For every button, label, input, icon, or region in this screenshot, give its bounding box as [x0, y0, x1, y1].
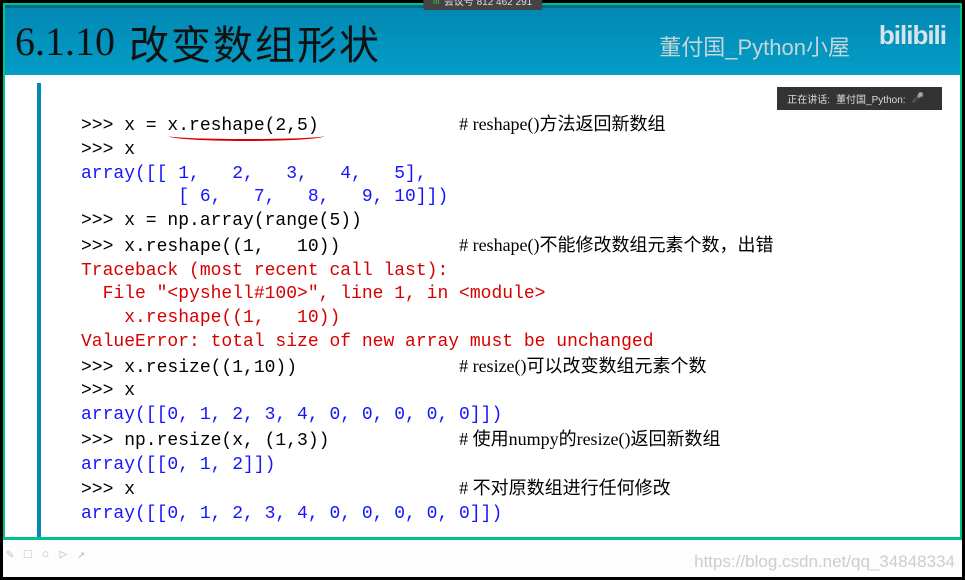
code-line: >>> x = np.array(range(5)) — [81, 210, 940, 234]
code-line: >>> np.resize(x, (1,3)) # 使用numpy的resize… — [81, 428, 940, 454]
meeting-id-pill: ılı 会议号 812 462 291 — [423, 0, 542, 10]
code-text: >>> x.reshape((1, 10)) — [81, 237, 340, 257]
bilibili-logo: bilibili — [879, 20, 946, 51]
code-line: >>> x.resize((1,10)) # resize()可以改变数组元素个… — [81, 355, 940, 381]
pencil-icon[interactable]: ✎ — [6, 547, 14, 562]
code-output: [ 6, 7, 8, 9, 10]]) — [81, 186, 940, 210]
annotation-toolbar: ✎ □ ○ ▷ ↗ — [6, 547, 85, 562]
signal-icon: ılı — [433, 0, 440, 6]
arrow-icon[interactable]: ↗ — [77, 547, 85, 562]
square-icon[interactable]: □ — [24, 547, 32, 562]
code-text: >>> np.resize(x, (1,3)) — [81, 431, 329, 451]
pointer-icon[interactable]: ▷ — [59, 547, 67, 562]
code-error: File "<pyshell#100>", line 1, in <module… — [81, 283, 940, 307]
code-error: ValueError: total size of new array must… — [81, 331, 940, 355]
speaking-indicator: 正在讲话: 董付国_Python: 🎤 — [777, 87, 942, 110]
section-title: 改变数组形状 — [129, 13, 381, 71]
code-comment: # reshape()不能修改数组元素个数，出错 — [459, 235, 773, 255]
annotation-underline — [169, 131, 324, 141]
code-error: x.reshape((1, 10)) — [81, 307, 940, 331]
code-comment: # resize()可以改变数组元素个数 — [459, 356, 706, 376]
slide-frame: ılı 会议号 812 462 291 6.1.10 改变数组形状 董付国_Py… — [2, 2, 963, 540]
code-comment: # reshape()方法返回新数组 — [459, 114, 665, 134]
speaking-who: 董付国_Python: — [836, 91, 905, 106]
title-bar: 6.1.10 改变数组形状 董付国_Python小屋 bilibili — [5, 5, 960, 75]
code-output: array([[0, 1, 2, 3, 4, 0, 0, 0, 0, 0]]) — [81, 404, 940, 428]
code-output: array([[0, 1, 2, 3, 4, 0, 0, 0, 0, 0]]) — [81, 503, 940, 527]
csdn-watermark: https://blog.csdn.net/qq_34848334 — [694, 552, 955, 572]
code-line: >>> x — [81, 139, 940, 163]
code-text: >>> x.resize((1,10)) — [81, 358, 297, 378]
code-output: array([[0, 1, 2]]) — [81, 454, 940, 478]
author-watermark: 董付国_Python小屋 — [659, 30, 850, 62]
code-line: >>> x # 不对原数组进行任何修改 — [81, 477, 940, 503]
code-line: >>> x — [81, 380, 940, 404]
code-error: Traceback (most recent call last): — [81, 260, 940, 284]
speaking-prefix: 正在讲话: — [787, 91, 830, 106]
section-number: 6.1.10 — [15, 18, 115, 65]
mic-icon: 🎤 — [912, 93, 924, 104]
meeting-id-text: 会议号 812 462 291 — [444, 0, 532, 8]
circle-icon[interactable]: ○ — [42, 547, 50, 562]
code-comment: # 使用numpy的resize()返回新数组 — [459, 429, 720, 449]
code-output: array([[ 1, 2, 3, 4, 5], — [81, 163, 940, 187]
code-line: >>> x.reshape((1, 10)) # reshape()不能修改数组… — [81, 234, 940, 260]
code-text: >>> x — [81, 480, 135, 500]
code-comment: # 不对原数组进行任何修改 — [459, 478, 671, 498]
code-block: >>> x = x.reshape(2,5) # reshape()方法返回新数… — [37, 83, 950, 537]
